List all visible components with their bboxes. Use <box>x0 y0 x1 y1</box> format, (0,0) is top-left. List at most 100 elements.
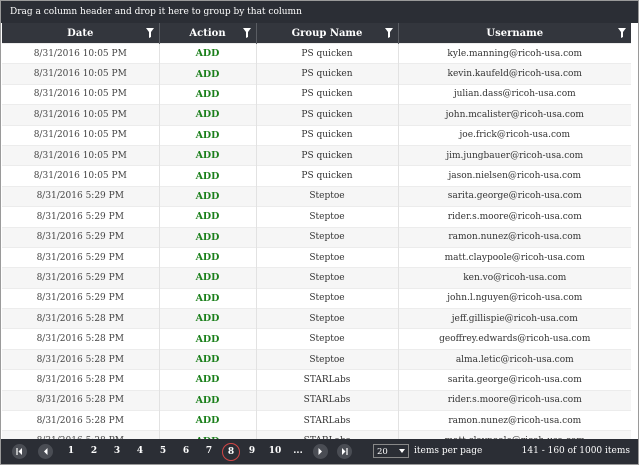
audit-table: Date Action Group Name Username 8/31/201… <box>2 23 631 451</box>
username-cell: jason.nielsen@ricoh-usa.com <box>397 165 631 187</box>
group-name-cell: STARLabs <box>255 410 398 431</box>
action-cell: ADD <box>158 206 256 228</box>
table-row[interactable]: 8/31/2016 5:29 PM ADD Steptoe john.l.nguyen… <box>2 287 631 309</box>
table-row[interactable]: 8/31/2016 10:05 PM ADD PS quicken julian.da… <box>2 83 631 105</box>
page-link[interactable]: 1 <box>62 439 80 464</box>
action-cell: ADD <box>158 83 256 105</box>
date-cell: 8/31/2016 10:05 PM <box>2 63 159 85</box>
page-link[interactable]: 2 <box>85 439 103 464</box>
action-cell: ADD <box>158 144 256 166</box>
group-name-cell: Steptoe <box>255 287 398 309</box>
page-link-more[interactable]: ... <box>289 439 307 464</box>
filter-icon[interactable] <box>384 28 393 38</box>
date-cell: 8/31/2016 5:29 PM <box>2 267 159 289</box>
username-cell: joe.frick@ricoh-usa.com <box>397 124 631 146</box>
last-page-icon <box>342 448 348 455</box>
page-link[interactable]: 3 <box>108 439 126 464</box>
page-link[interactable]: 5 <box>154 439 172 464</box>
group-name-cell: Steptoe <box>255 226 398 248</box>
action-cell: ADD <box>158 124 256 146</box>
next-page-icon <box>318 448 322 455</box>
page-size-select[interactable]: 20 <box>373 444 409 458</box>
table-row[interactable]: 8/31/2016 10:05 PM ADD PS quicken kevin.kau… <box>2 63 631 85</box>
table-row[interactable]: 8/31/2016 10:05 PM ADD PS quicken jim.jungb… <box>2 144 631 166</box>
username-cell: ramon.nunez@ricoh-usa.com <box>397 226 631 248</box>
group-name-cell: Steptoe <box>255 246 398 268</box>
table-row[interactable]: 8/31/2016 10:05 PM ADD PS quicken john.mcal… <box>2 104 631 126</box>
last-page-button[interactable] <box>337 444 352 459</box>
prev-page-button[interactable] <box>38 444 53 459</box>
table-row[interactable]: 8/31/2016 5:29 PM ADD Steptoe rider.s.moore… <box>2 206 631 228</box>
page-link[interactable]: 9 <box>243 439 261 464</box>
action-cell: ADD <box>158 104 256 126</box>
table-row[interactable]: 8/31/2016 5:29 PM ADD Steptoe ken.vo@ricoh-… <box>2 267 631 289</box>
username-cell: kyle.manning@ricoh-usa.com <box>397 42 631 64</box>
group-name-cell: PS quicken <box>255 124 398 146</box>
date-cell: 8/31/2016 5:29 PM <box>2 185 159 207</box>
action-cell: ADD <box>158 348 256 370</box>
date-cell: 8/31/2016 10:05 PM <box>2 144 159 166</box>
next-page-button[interactable] <box>313 444 328 459</box>
table-row[interactable]: 8/31/2016 5:28 PM ADD Steptoe alma.letic@ri… <box>2 348 631 370</box>
page-link[interactable]: 7 <box>200 439 218 464</box>
group-name-cell: Steptoe <box>255 185 398 207</box>
action-cell: ADD <box>158 410 256 431</box>
group-name-cell: PS quicken <box>255 144 398 166</box>
first-page-icon <box>16 448 22 455</box>
date-cell: 8/31/2016 5:28 PM <box>2 410 159 431</box>
table-row[interactable]: 8/31/2016 5:29 PM ADD Steptoe sarita.george… <box>2 185 631 207</box>
table-row[interactable]: 8/31/2016 10:05 PM ADD PS quicken kyle.mann… <box>2 42 631 64</box>
table-row[interactable]: 8/31/2016 5:29 PM ADD Steptoe ramon.nunez@r… <box>2 226 631 248</box>
action-cell: ADD <box>158 165 256 187</box>
group-name-cell: Steptoe <box>255 206 398 228</box>
table-row[interactable]: 8/31/2016 5:28 PM ADD Steptoe jeff.gillispi… <box>2 308 631 329</box>
username-cell: ramon.nunez@ricoh-usa.com <box>397 410 631 431</box>
table-row[interactable]: 8/31/2016 10:05 PM ADD PS quicken joe.frick… <box>2 124 631 146</box>
table-row[interactable]: 8/31/2016 10:05 PM ADD PS quicken jason.nie… <box>2 165 631 187</box>
date-cell: 8/31/2016 10:05 PM <box>2 165 159 187</box>
filter-icon[interactable] <box>242 28 251 38</box>
pager-info: 141 - 160 of 1000 items <box>521 446 630 456</box>
table-row[interactable]: 8/31/2016 5:28 PM ADD Steptoe geoffrey.edwa… <box>2 328 631 350</box>
date-cell: 8/31/2016 10:05 PM <box>2 124 159 146</box>
date-cell: 8/31/2016 5:28 PM <box>2 348 159 370</box>
action-cell: ADD <box>158 389 256 411</box>
table-row[interactable]: 8/31/2016 5:29 PM ADD Steptoe matt.claypool… <box>2 246 631 268</box>
username-cell: jim.jungbauer@ricoh-usa.com <box>397 144 631 166</box>
action-cell: ADD <box>158 369 256 391</box>
page-link[interactable]: 4 <box>131 439 149 464</box>
username-cell: rider.s.moore@ricoh-usa.com <box>397 206 631 228</box>
action-cell: ADD <box>158 42 256 64</box>
column-header-group-name[interactable]: Group Name <box>255 23 398 44</box>
username-cell: ken.vo@ricoh-usa.com <box>397 267 631 289</box>
username-cell: john.mcalister@ricoh-usa.com <box>397 104 631 126</box>
action-cell: ADD <box>158 63 256 85</box>
filter-icon[interactable] <box>618 28 626 38</box>
group-name-cell: PS quicken <box>255 83 398 105</box>
table-row[interactable]: 8/31/2016 5:28 PM ADD STARLabs sarita.georg… <box>2 369 631 391</box>
group-drop-zone[interactable]: Drag a column header and drop it here to… <box>1 1 638 23</box>
page-link-active[interactable]: 8 <box>222 443 240 461</box>
username-cell: sarita.george@ricoh-usa.com <box>397 185 631 207</box>
group-name-cell: Steptoe <box>255 308 398 329</box>
column-header-action[interactable]: Action <box>158 23 256 44</box>
action-cell: ADD <box>158 185 256 207</box>
action-cell: ADD <box>158 226 256 248</box>
date-cell: 8/31/2016 5:28 PM <box>2 389 159 411</box>
date-cell: 8/31/2016 5:29 PM <box>2 287 159 309</box>
date-cell: 8/31/2016 5:28 PM <box>2 369 159 391</box>
first-page-button[interactable] <box>12 444 27 459</box>
column-header-username[interactable]: Username <box>397 23 631 44</box>
table-row[interactable]: 8/31/2016 5:28 PM ADD STARLabs ramon.nunez@… <box>2 410 631 431</box>
username-cell: jeff.gillispie@ricoh-usa.com <box>397 308 631 329</box>
table-row[interactable]: 8/31/2016 5:28 PM ADD STARLabs rider.s.moor… <box>2 389 631 411</box>
items-per-page-label: items per page <box>414 446 483 456</box>
page-link[interactable]: 10 <box>266 439 284 464</box>
date-cell: 8/31/2016 10:05 PM <box>2 104 159 126</box>
username-cell: alma.letic@ricoh-usa.com <box>397 348 631 370</box>
column-header-date[interactable]: Date <box>2 23 159 44</box>
date-cell: 8/31/2016 5:29 PM <box>2 206 159 228</box>
filter-icon[interactable] <box>145 28 154 38</box>
column-header-label: Username <box>486 27 544 39</box>
page-link[interactable]: 6 <box>177 439 195 464</box>
